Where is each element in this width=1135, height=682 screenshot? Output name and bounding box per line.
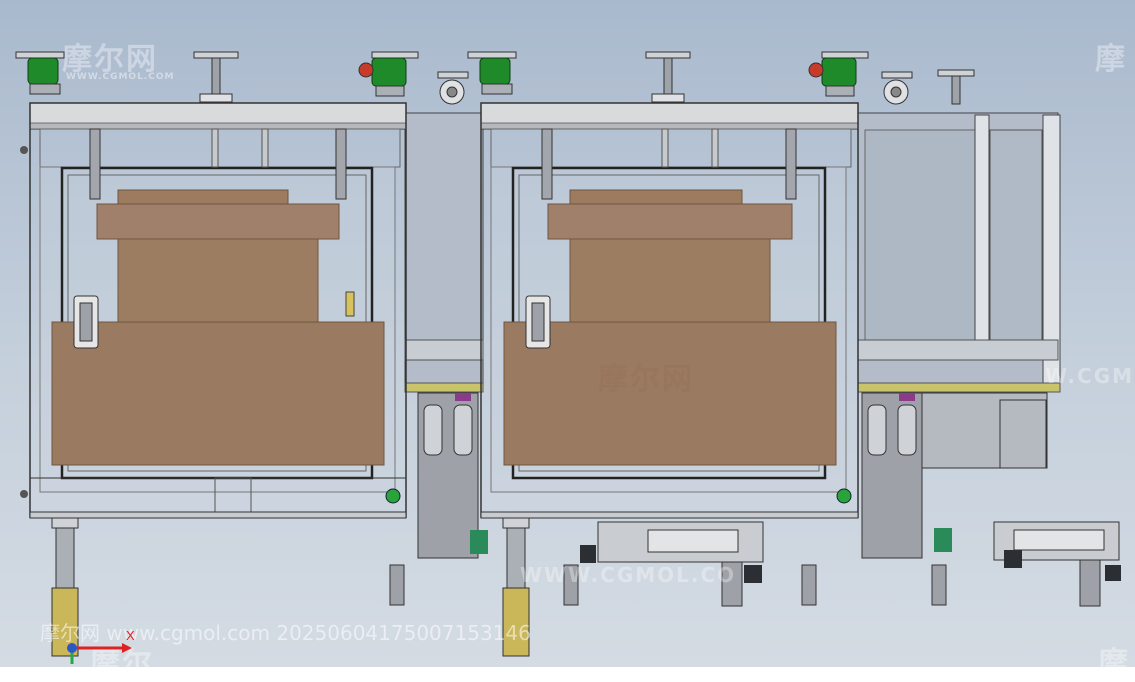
unit-1-frame	[20, 102, 407, 519]
right-panel-cabinet	[857, 112, 1061, 393]
unit-1-top-feet	[15, 51, 469, 105]
coordinate-triad-icon: X	[58, 628, 148, 664]
cad-viewport[interactable]: 摩尔网 WWW.CGMOL.COM 摩 摩尔网 WWW.CGMOL.CO W.C…	[0, 0, 1135, 681]
middle-panel-cabinet	[404, 112, 484, 393]
unit-2-frame	[480, 102, 859, 519]
machine-assembly-drawing	[15, 51, 1121, 657]
axis-x-label: X	[126, 628, 135, 643]
unit-2-top-feet	[467, 51, 975, 105]
